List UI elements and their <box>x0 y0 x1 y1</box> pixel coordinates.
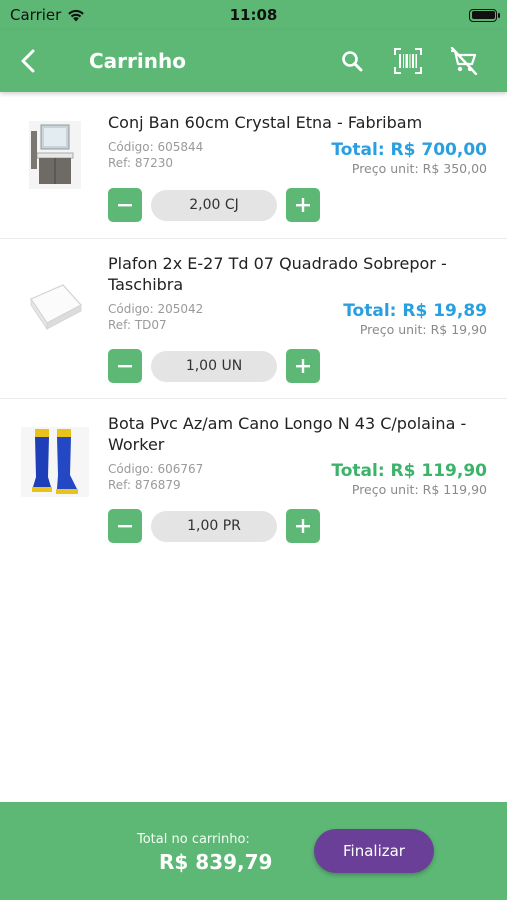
minus-icon <box>118 525 132 528</box>
product-name: Plafon 2x E-27 Td 07 Quadrado Sobrepor -… <box>108 254 447 294</box>
cart-item: Bota Pvc Az/am Cano Longo N 43 C/polaina… <box>0 399 507 560</box>
cart-item: Plafon 2x E-27 Td 07 Quadrado Sobrepor -… <box>0 239 507 399</box>
battery-fill <box>471 11 495 19</box>
product-image <box>20 120 90 190</box>
status-bar: Carrier 11:08 <box>0 0 507 30</box>
minus-icon <box>118 204 132 207</box>
product-code: Código: 205042 <box>108 302 204 316</box>
unit-price: Preço unit: R$ 19,90 <box>359 322 487 337</box>
product-code: Código: 605844 <box>108 140 204 154</box>
nav-bar: Carrinho <box>0 30 507 92</box>
product-code: Código: 606767 <box>108 462 204 476</box>
decrease-quantity-button[interactable] <box>108 509 142 543</box>
item-total: Total: R$ 119,90 <box>331 461 487 481</box>
product-name: Bota Pvc Az/am Cano Longo N 43 C/polaina… <box>108 414 467 454</box>
page-title: Carrinho <box>89 49 186 73</box>
decrease-quantity-button[interactable] <box>108 188 142 222</box>
unit-price: Preço unit: R$ 119,90 <box>351 482 487 497</box>
increase-quantity-button[interactable] <box>286 509 320 543</box>
back-icon <box>21 49 35 73</box>
barcode-icon <box>394 48 422 74</box>
nav-actions <box>335 44 481 78</box>
clear-cart-button[interactable] <box>447 44 481 78</box>
plus-icon <box>296 519 310 533</box>
cart-list: Conj Ban 60cm Crystal Etna - Fabribam Có… <box>0 92 507 560</box>
wifi-icon <box>68 9 85 21</box>
ceiling-light-image <box>30 284 82 331</box>
quantity-stepper: 1,00 PR <box>108 509 320 543</box>
product-image <box>20 427 90 497</box>
bathroom-cabinet-image <box>29 121 81 189</box>
clear-cart-icon <box>450 47 478 75</box>
item-total: Total: R$ 19,89 <box>343 301 487 321</box>
cart-footer: Total no carrinho: R$ 839,79 Finalizar <box>0 802 507 900</box>
barcode-scan-button[interactable] <box>391 44 425 78</box>
increase-quantity-button[interactable] <box>286 349 320 383</box>
search-button[interactable] <box>335 44 369 78</box>
quantity-stepper: 1,00 UN <box>108 349 320 383</box>
cart-total-value: R$ 839,79 <box>159 850 273 874</box>
item-total: Total: R$ 700,00 <box>331 140 487 160</box>
quantity-value[interactable]: 1,00 UN <box>151 350 277 382</box>
increase-quantity-button[interactable] <box>286 188 320 222</box>
minus-icon <box>118 365 132 368</box>
cart-total-label: Total no carrinho: <box>137 832 250 847</box>
plus-icon <box>296 359 310 373</box>
finalize-button[interactable]: Finalizar <box>314 829 434 873</box>
cart-item: Conj Ban 60cm Crystal Etna - Fabribam Có… <box>0 92 507 239</box>
product-name: Conj Ban 60cm Crystal Etna - Fabribam <box>108 113 423 132</box>
battery-icon <box>469 8 500 22</box>
rubber-boots-image <box>21 427 89 497</box>
carrier-info: Carrier <box>10 6 85 24</box>
quantity-value[interactable]: 1,00 PR <box>151 510 277 542</box>
product-ref: Ref: 87230 <box>108 156 174 170</box>
plus-icon <box>296 198 310 212</box>
unit-price: Preço unit: R$ 350,00 <box>351 161 487 176</box>
product-image <box>20 272 90 342</box>
carrier-label: Carrier <box>10 6 62 24</box>
search-icon <box>342 51 363 72</box>
back-button[interactable] <box>0 30 56 92</box>
product-ref: Ref: TD07 <box>108 318 167 332</box>
quantity-value[interactable]: 2,00 CJ <box>151 189 277 221</box>
decrease-quantity-button[interactable] <box>108 349 142 383</box>
product-ref: Ref: 876879 <box>108 478 181 492</box>
quantity-stepper: 2,00 CJ <box>108 188 320 222</box>
